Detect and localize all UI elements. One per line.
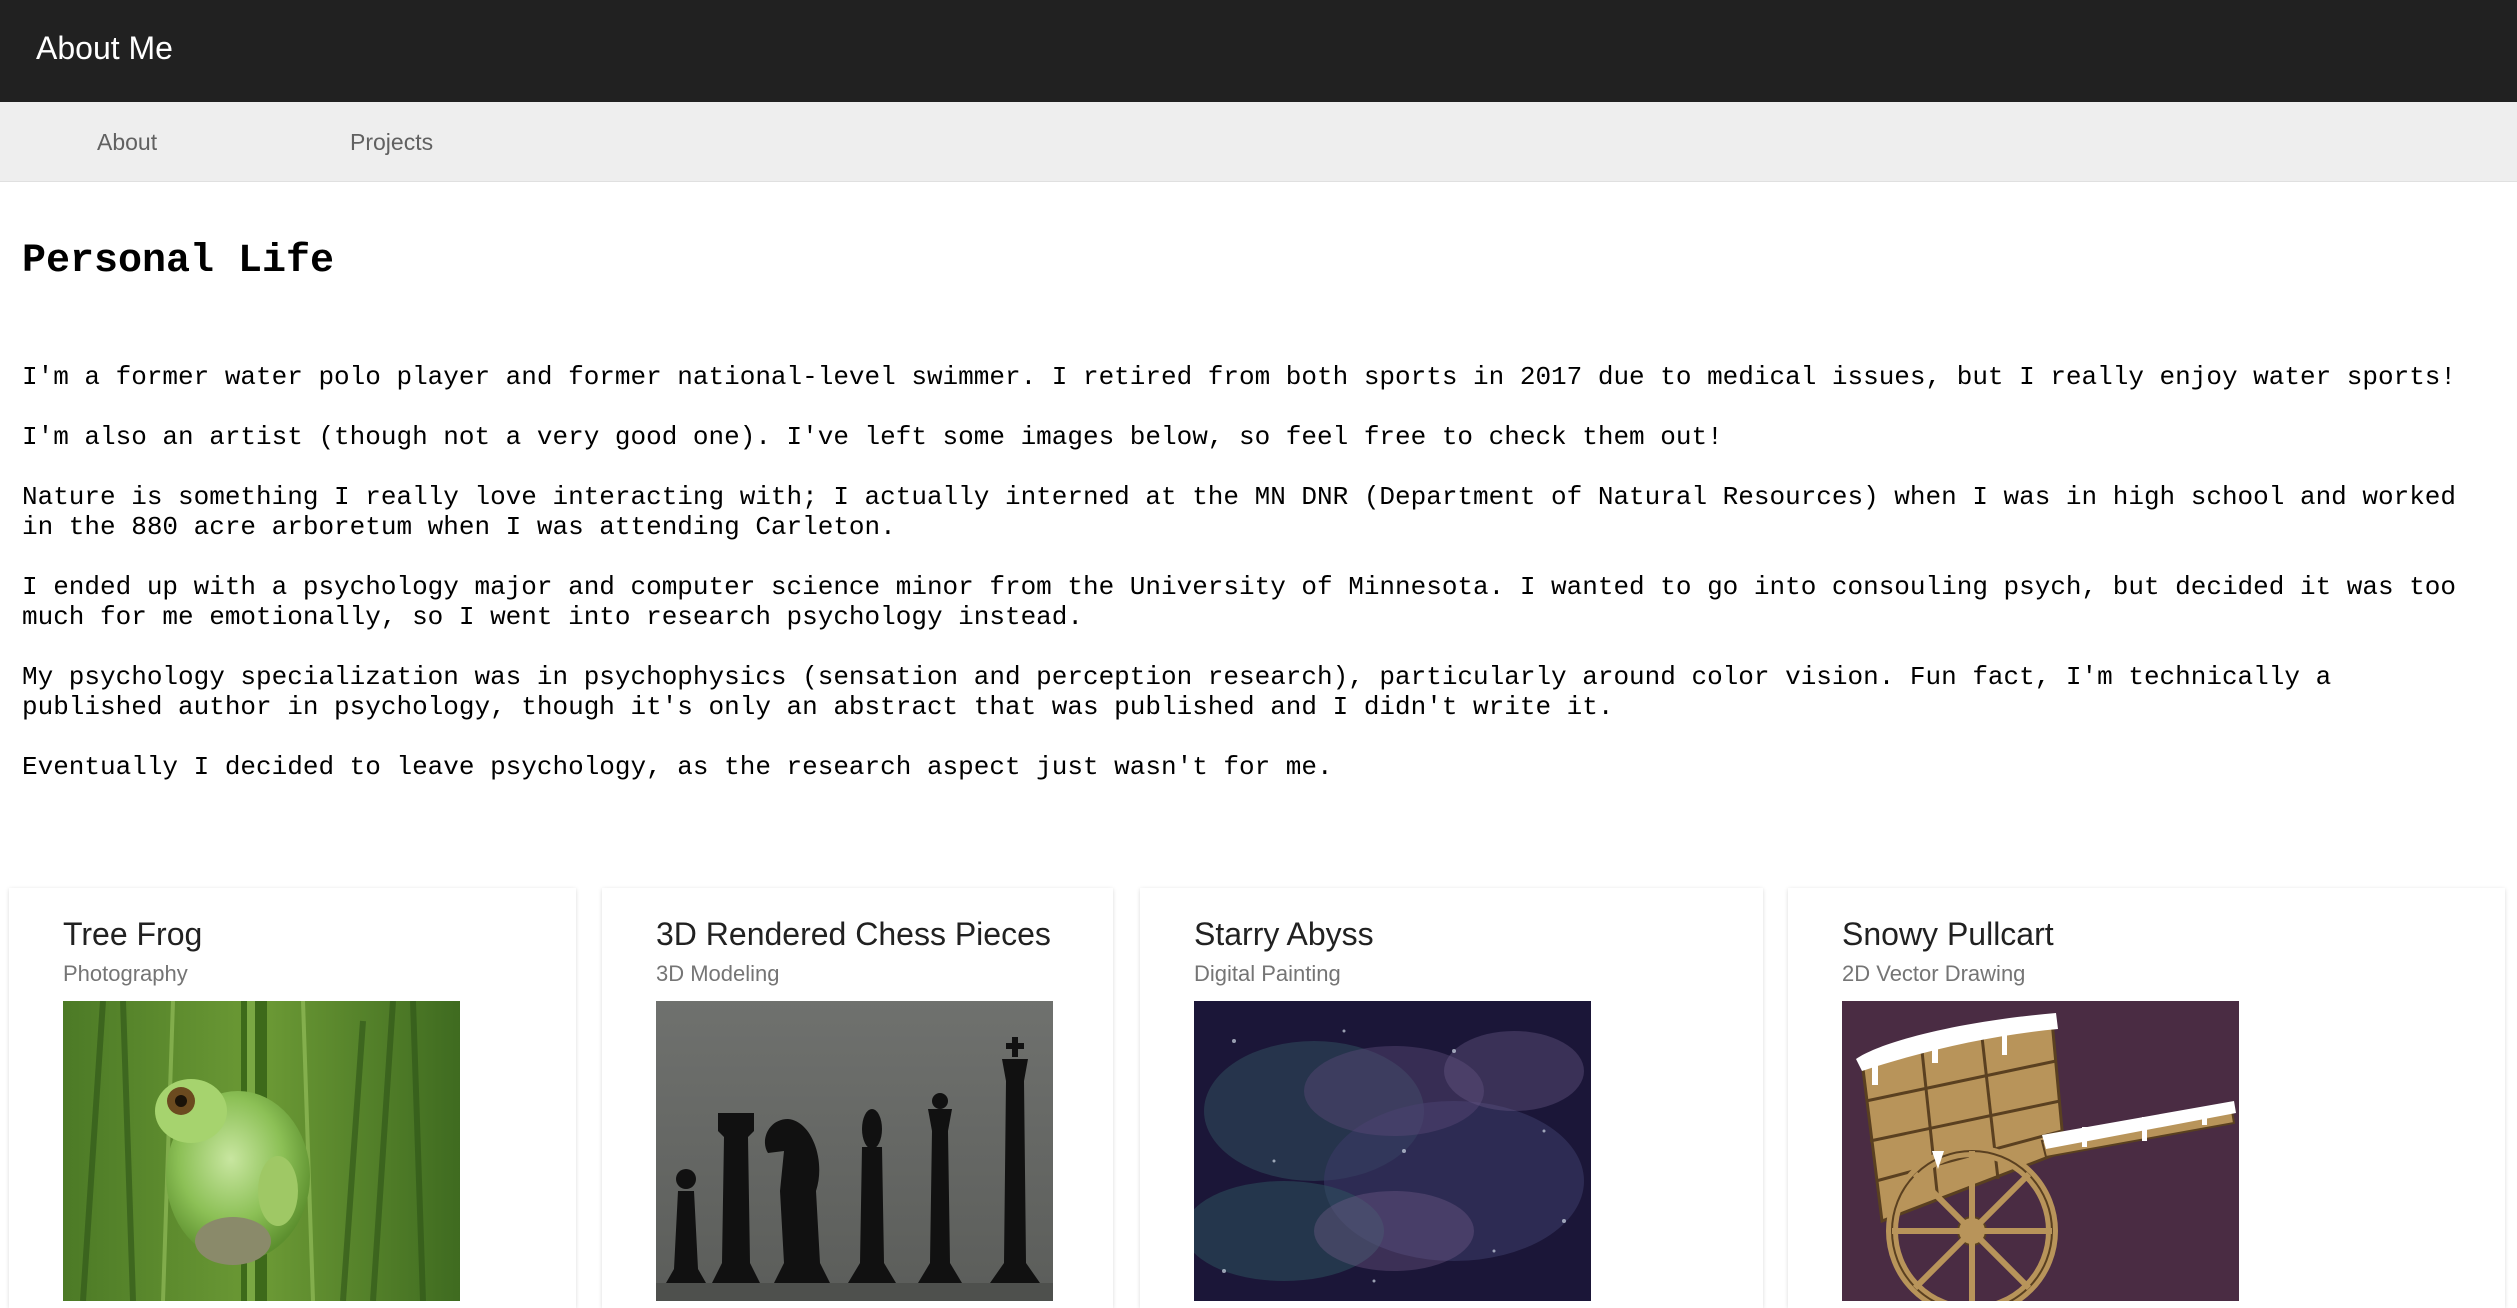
app-title: About Me <box>36 30 173 66</box>
project-card[interactable]: Snowy Pullcart 2D Vector Drawing <box>1788 888 2505 1308</box>
paragraph-career: Eventually I decided to leave psychology… <box>22 752 1333 782</box>
card-title: Tree Frog <box>63 916 203 952</box>
chess-pieces-image <box>656 1001 1053 1301</box>
card-subtitle: 3D Modeling <box>656 961 780 986</box>
card-subtitle: Digital Painting <box>1194 961 1341 986</box>
paragraph-sports: I'm a former water polo player and forme… <box>22 362 2456 392</box>
card-title: Starry Abyss <box>1194 916 1374 952</box>
paragraph-specialization: My psychology specialization was in psyc… <box>22 662 2332 722</box>
project-card[interactable]: 3D Rendered Chess Pieces 3D Modeling <box>602 888 1113 1308</box>
paragraph-education: I ended up with a psychology major and c… <box>22 572 2456 632</box>
project-card[interactable]: Tree Frog Photography <box>9 888 576 1308</box>
page-heading: Personal Life <box>22 239 335 284</box>
tab-about[interactable]: About <box>97 102 157 182</box>
card-title: Snowy Pullcart <box>1842 916 2054 952</box>
starry-abyss-image <box>1194 1001 1591 1301</box>
card-title: 3D Rendered Chess Pieces <box>656 916 1051 952</box>
snowy-pullcart-image <box>1842 1001 2239 1301</box>
bio-text: I'm a former water polo player and forme… <box>22 362 2482 782</box>
paragraph-nature: Nature is something I really love intera… <box>22 482 2456 542</box>
paragraph-art: I'm also an artist (though not a very go… <box>22 422 1723 452</box>
card-subtitle: 2D Vector Drawing <box>1842 961 2026 986</box>
project-card[interactable]: Starry Abyss Digital Painting <box>1140 888 1763 1308</box>
main-content: Personal Life I'm a former water polo pl… <box>22 182 2482 812</box>
tab-bar: About Projects <box>0 102 2517 182</box>
app-bar: About Me <box>0 0 2517 102</box>
card-subtitle: Photography <box>63 961 188 986</box>
tab-projects[interactable]: Projects <box>350 102 433 182</box>
tree-frog-image <box>63 1001 460 1301</box>
